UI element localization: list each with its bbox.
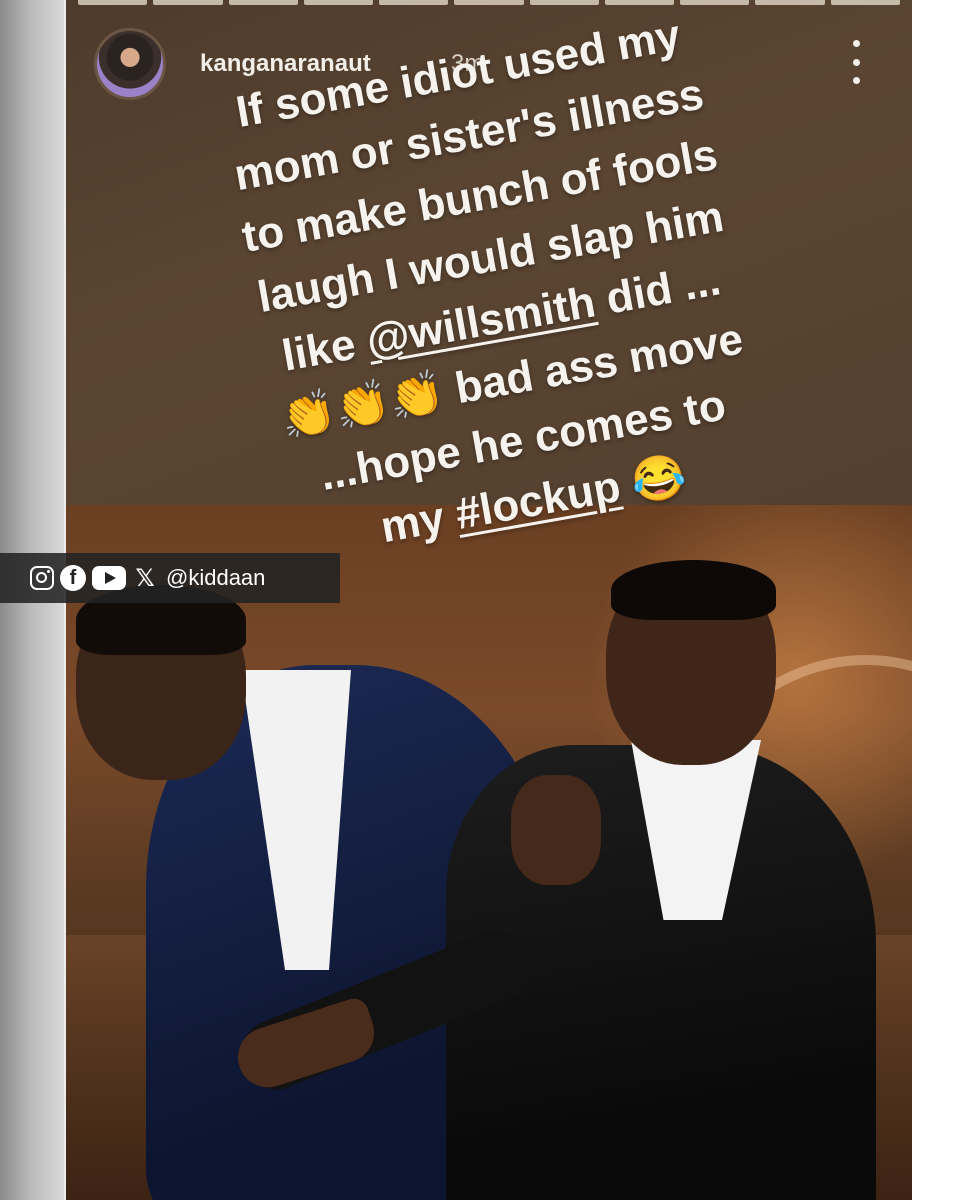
screenshot-frame: kanganaranaut 3m If some idiot used my m… [0,0,978,1200]
progress-segment [153,0,223,5]
x-icon: 𝕏 [135,564,155,592]
avatar[interactable] [94,28,166,100]
progress-segment [379,0,449,5]
progress-segment [228,0,298,5]
caption-text: my [377,490,461,553]
right-margin [912,0,978,1200]
progress-segment [529,0,599,5]
caption-text: 😂 [615,450,691,511]
youtube-icon [92,566,126,590]
instagram-icon [30,566,54,590]
person-right-hair [611,560,776,620]
progress-segment [604,0,675,5]
caption-text: like [278,317,372,381]
progress-segment [454,0,524,5]
watermark-bar: f 𝕏 @kiddaan [0,553,340,603]
progress-segment [303,0,374,5]
story-photo [66,505,912,1200]
watermark-handle: @kiddaan [166,565,266,590]
raised-fist [511,775,601,885]
progress-segment [78,0,148,5]
facebook-icon: f [60,565,86,591]
